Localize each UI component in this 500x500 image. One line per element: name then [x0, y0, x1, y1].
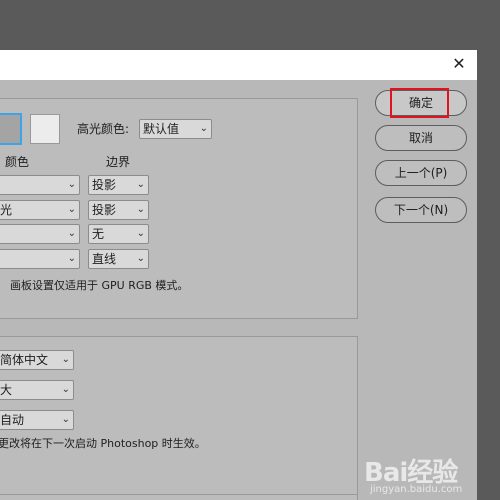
color-select-4[interactable]: ⌄: [0, 249, 80, 269]
border-select-3[interactable]: 无 ⌄: [88, 224, 149, 244]
ui-language-select[interactable]: 简体中文 ⌄: [0, 350, 74, 370]
border-select-1[interactable]: 投影 ⌄: [88, 175, 149, 195]
annotation-highlight-box: [390, 88, 449, 118]
cancel-button[interactable]: 取消: [375, 125, 467, 151]
prev-button[interactable]: 上一个(P): [375, 160, 467, 186]
ui-font-size-select[interactable]: 大 ⌄: [0, 380, 74, 400]
close-icon[interactable]: ✕: [449, 54, 469, 74]
watermark: Bai经验 jingyan.baidu.com: [364, 452, 494, 498]
highlight-color-select[interactable]: 默认值 ⌄: [139, 119, 212, 139]
watermark-url: jingyan.baidu.com: [370, 484, 463, 495]
border-select-2-value: 投影: [92, 203, 117, 217]
chevron-down-icon: ⌄: [136, 179, 145, 190]
color-select-3[interactable]: ⌄: [0, 224, 80, 244]
chevron-down-icon: ⌄: [136, 253, 145, 264]
highlight-color-label: 高光颜色:: [77, 122, 130, 136]
color-select-1[interactable]: ⌄: [0, 175, 80, 195]
color-select-2[interactable]: 光 ⌄: [0, 200, 80, 220]
color-swatch-white[interactable]: [30, 114, 60, 144]
chevron-down-icon: ⌄: [136, 204, 145, 215]
ui-scaling-value: 自动: [0, 413, 25, 427]
border-select-2[interactable]: 投影 ⌄: [88, 200, 149, 220]
dialog-titlebar: ✕: [0, 50, 477, 80]
chevron-down-icon: ⌄: [67, 179, 76, 190]
next-group: [0, 494, 358, 500]
chevron-down-icon: ⌄: [61, 384, 70, 395]
border-select-4[interactable]: 直线 ⌄: [88, 249, 149, 269]
border-select-3-value: 无: [92, 227, 105, 241]
chevron-down-icon: ⌄: [67, 228, 76, 239]
ui-font-size-value: 大: [0, 383, 13, 397]
column-header-color: 颜色: [5, 155, 30, 169]
chevron-down-icon: ⌄: [61, 354, 70, 365]
chevron-down-icon: ⌄: [67, 253, 76, 264]
border-select-1-value: 投影: [92, 178, 117, 192]
chevron-down-icon: ⌄: [61, 414, 70, 425]
chevron-down-icon: ⌄: [136, 228, 145, 239]
highlight-color-value: 默认值: [143, 122, 180, 136]
artboard-note: 画板设置仅适用于 GPU RGB 模式。: [10, 279, 189, 292]
column-header-border: 边界: [106, 155, 131, 169]
next-button[interactable]: 下一个(N): [375, 197, 467, 223]
restart-note: 更改将在下一次启动 Photoshop 时生效。: [0, 437, 206, 450]
ui-language-value: 简体中文: [0, 353, 49, 367]
ui-scaling-select[interactable]: 自动 ⌄: [0, 410, 74, 430]
chevron-down-icon: ⌄: [199, 123, 208, 134]
chevron-down-icon: ⌄: [67, 204, 76, 215]
color-swatch-selected[interactable]: [0, 113, 22, 145]
border-select-4-value: 直线: [92, 252, 117, 266]
color-select-2-value: 光: [0, 203, 13, 217]
